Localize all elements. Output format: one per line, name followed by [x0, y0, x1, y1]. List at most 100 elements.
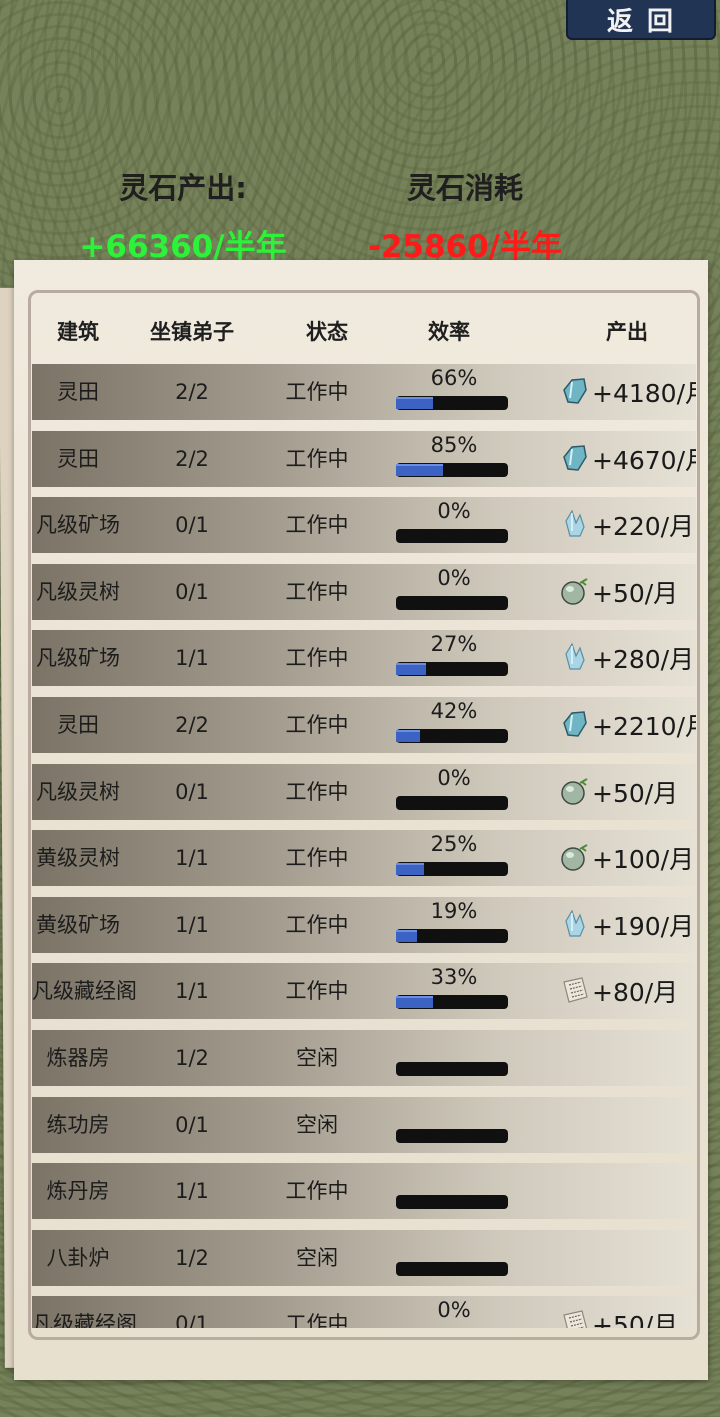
building-name: 凡级藏经阁 [32, 1312, 137, 1328]
table-row[interactable]: 凡级灵树 0/1 工作中 0% +50/月 [32, 563, 696, 620]
spirit-fruit-icon [560, 776, 590, 806]
efficiency-percent: 0% [437, 765, 471, 790]
efficiency-bar [396, 795, 508, 810]
efficiency-percent: 0% [437, 565, 471, 590]
efficiency-bar-fill [396, 996, 433, 1009]
efficiency-bar-fill [396, 730, 420, 742]
efficiency-bar [396, 1195, 508, 1210]
efficiency-bar [396, 595, 508, 610]
table-row[interactable]: 灵田 2/2 工作中 42% +2210/月 [32, 697, 696, 753]
disciple-count: 0/1 [175, 1112, 209, 1137]
efficiency-bar-fill [396, 663, 427, 676]
building-table[interactable]: 建筑 坐镇弟子 状态 效率 产出 灵田2/2工作中66%+4180/月灵田2/2… [32, 296, 696, 1328]
table-row[interactable]: 炼丹房 1/1 工作中 [32, 1163, 696, 1220]
output-label: 灵石产出: [119, 171, 247, 205]
output-amount: +100/月 [592, 845, 695, 875]
efficiency-bar [396, 1062, 508, 1076]
disciple-count: 1/2 [175, 1245, 209, 1270]
disciple-count: 0/1 [175, 779, 209, 804]
building-status: 工作中 [285, 912, 349, 937]
table-row[interactable]: 凡级藏经阁 0/1 工作中 0% +50/月 [32, 1296, 696, 1328]
building-name: 练功房 [46, 1112, 110, 1137]
efficiency-bar [396, 729, 508, 743]
efficiency-percent: 42% [430, 699, 478, 723]
header-output: 产出 [606, 320, 648, 344]
output-amount: +4180/月 [592, 379, 696, 408]
building-status: 工作中 [285, 846, 349, 871]
disciple-count: 2/2 [175, 446, 209, 471]
efficiency-percent: 85% [430, 432, 478, 457]
efficiency-bar [396, 396, 508, 410]
output-amount: +80/月 [592, 978, 679, 1008]
building-status: 工作中 [285, 513, 349, 538]
building-status: 工作中 [285, 779, 349, 804]
table-row[interactable]: 凡级藏经阁 1/1 工作中 33% +80/月 [32, 963, 696, 1020]
output-amount: +4670/月 [592, 445, 696, 475]
disciple-count: 1/1 [175, 646, 209, 671]
jade-stone-icon [560, 709, 590, 739]
header-status: 状态 [306, 320, 348, 344]
building-status: 工作中 [285, 446, 349, 471]
output-amount: +50/月 [592, 578, 679, 608]
scripture-scroll-icon [560, 1308, 590, 1328]
efficiency-bar [396, 1128, 508, 1143]
efficiency-bar-fill [396, 929, 418, 942]
efficiency-bar-fill [396, 397, 433, 409]
table-row[interactable]: 八卦炉 1/2 空闲 [32, 1229, 696, 1286]
efficiency-percent: 0% [437, 499, 471, 524]
table-header: 建筑 坐镇弟子 状态 效率 产出 [32, 296, 696, 364]
building-status: 工作中 [285, 979, 349, 1004]
efficiency-percent: 0% [437, 1298, 471, 1323]
building-status: 工作中 [285, 1312, 349, 1328]
efficiency-percent: 27% [430, 632, 478, 657]
crystal-ore-icon [560, 642, 590, 672]
building-name: 凡级矿场 [36, 513, 120, 538]
efficiency-percent: 19% [430, 898, 478, 923]
efficiency-bar [396, 529, 508, 544]
efficiency-percent: 66% [430, 366, 478, 390]
jade-stone-icon [560, 443, 590, 473]
output-amount: +50/月 [592, 778, 679, 808]
output-amount: +280/月 [592, 645, 695, 675]
consume-label: 灵石消耗 [406, 171, 523, 205]
efficiency-bar [396, 862, 508, 877]
building-name: 灵田 [57, 713, 99, 737]
spirit-stone-output: 灵石产出: +66360/半年 [68, 165, 298, 266]
back-button[interactable]: 返回 [566, 0, 716, 40]
efficiency-bar-fill [396, 863, 424, 876]
building-name: 炼器房 [46, 1046, 110, 1070]
efficiency-percent: 25% [430, 832, 478, 857]
building-status: 工作中 [285, 1179, 349, 1204]
spirit-fruit-icon [560, 842, 590, 872]
table-row[interactable]: 灵田 2/2 工作中 66% +4180/月 [32, 364, 696, 420]
efficiency-bar [396, 995, 508, 1010]
building-name: 凡级灵树 [36, 779, 120, 804]
table-row[interactable]: 凡级灵树 0/1 工作中 0% +50/月 [32, 763, 696, 820]
efficiency-bar-fill [396, 463, 444, 476]
disciple-count: 1/1 [175, 912, 209, 937]
table-row[interactable]: 炼器房 1/2 空闲 [32, 1030, 696, 1086]
jade-stone-icon [560, 376, 590, 406]
building-name: 炼丹房 [46, 1179, 110, 1204]
building-name: 灵田 [57, 446, 99, 471]
efficiency-bar [396, 928, 508, 943]
table-row[interactable]: 黄级矿场 1/1 工作中 19% +190/月 [32, 896, 696, 953]
table-row[interactable]: 凡级矿场 0/1 工作中 0% +220/月 [32, 497, 696, 554]
disciple-count: 1/1 [175, 1179, 209, 1204]
building-status: 工作中 [285, 713, 349, 737]
table-row[interactable]: 灵田 2/2 工作中 85% +4670/月 [32, 430, 696, 487]
disciple-count: 1/2 [175, 1046, 209, 1070]
building-name: 凡级矿场 [36, 646, 120, 671]
output-amount: +2210/月 [592, 712, 696, 741]
scripture-scroll-icon [560, 975, 590, 1005]
table-row[interactable]: 凡级矿场 1/1 工作中 27% +280/月 [32, 630, 696, 687]
building-status: 工作中 [285, 380, 349, 404]
building-name: 凡级灵树 [36, 579, 120, 604]
crystal-ore-icon [560, 909, 590, 939]
building-name: 灵田 [57, 380, 99, 404]
efficiency-percent: 33% [430, 965, 478, 990]
building-status: 工作中 [285, 579, 349, 604]
table-row[interactable]: 黄级灵树 1/1 工作中 25% +100/月 [32, 830, 696, 887]
disciple-count: 2/2 [175, 713, 209, 737]
table-row[interactable]: 练功房 0/1 空闲 [32, 1096, 696, 1153]
